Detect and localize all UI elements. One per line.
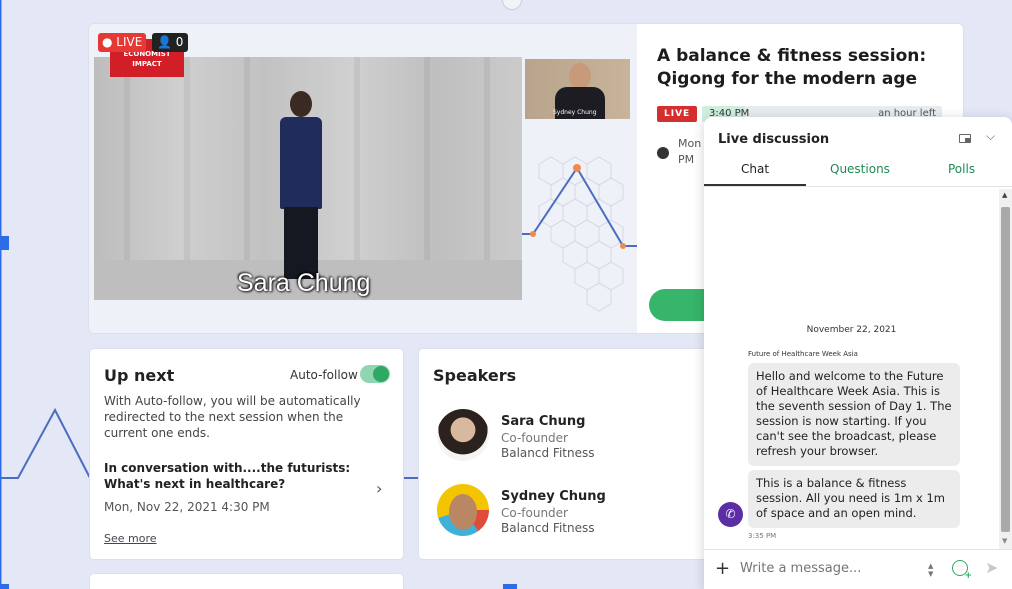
speakers-title: Speakers — [433, 366, 517, 385]
live-indicator: ● LIVE — [98, 33, 147, 52]
session-title: A balance & fitness session: Qigong for … — [657, 46, 927, 89]
popout-icon[interactable] — [959, 134, 971, 143]
see-more-link[interactable]: See more — [104, 532, 157, 545]
auto-follow-toggle[interactable] — [360, 365, 390, 383]
tab-polls[interactable]: Polls — [948, 162, 975, 176]
speaker-org: Balancd Fitness — [501, 446, 595, 460]
up-next-title: Up next — [104, 366, 175, 385]
session-live-tag: LIVE — [657, 106, 698, 122]
scroll-up-icon[interactable]: ▲ — [1002, 191, 1007, 199]
next-session-time: Mon, Nov 22, 2021 4:30 PM — [104, 500, 270, 514]
avatar — [437, 409, 489, 461]
speaker-role: Co-founder — [501, 431, 568, 445]
message-composer: + ▲▼ ➤ — [704, 549, 1012, 589]
message-input[interactable] — [740, 561, 910, 576]
scroll-down-icon[interactable]: ▼ — [1002, 537, 1007, 545]
emoji-icon[interactable] — [952, 560, 972, 581]
pip-name-label: Sydney Chung — [553, 109, 597, 116]
bottom-left-handle[interactable] — [0, 584, 9, 589]
up-next-description: With Auto-follow, you will be automatica… — [104, 394, 361, 440]
bottom-mid-handle[interactable] — [503, 584, 517, 589]
speaker-role: Co-founder — [501, 506, 568, 520]
chat-panel-title: Live discussion — [718, 132, 830, 147]
send-icon[interactable]: ➤ — [985, 558, 998, 577]
clock-icon — [657, 147, 669, 159]
video-player[interactable]: Sara Chung — [94, 57, 522, 300]
message-sender: Future of Healthcare Week Asia — [748, 350, 858, 358]
additional-card — [89, 573, 404, 589]
tab-questions[interactable]: Questions — [830, 162, 890, 176]
left-resize-handle[interactable] — [0, 236, 9, 250]
speaker-name: Sydney Chung — [501, 489, 606, 504]
up-next-card: Up next Auto-follow With Auto-follow, yo… — [89, 348, 404, 560]
avatar — [437, 484, 489, 536]
presenter-figure — [290, 91, 312, 117]
speaker-item[interactable]: Sara Chung Co-founder Balancd Fitness — [437, 409, 707, 471]
live-discussion-panel: Live discussion ⌵ Chat Questions Polls ▲… — [704, 117, 1012, 589]
chat-date-divider: November 22, 2021 — [806, 325, 897, 335]
tab-chat[interactable]: Chat — [741, 162, 769, 176]
chat-scrollbar[interactable]: ▲ ▼ — [999, 189, 1012, 549]
collapse-handle[interactable] — [502, 0, 522, 10]
scroll-thumb[interactable] — [1001, 207, 1010, 532]
viewer-count-value: 0 — [175, 35, 184, 49]
video-caption: Sara Chung — [237, 269, 371, 297]
chat-message: Hello and welcome to the Future of Healt… — [748, 363, 960, 466]
plus-icon[interactable]: + — [715, 558, 730, 579]
chevron-right-icon[interactable]: › — [376, 479, 382, 498]
live-label: LIVE — [116, 35, 143, 49]
viewer-count: 👤 0 — [152, 33, 189, 52]
avatar: ✆ — [718, 502, 743, 527]
picture-in-picture-video[interactable]: Sydney Chung — [525, 59, 630, 119]
speaker-item[interactable]: Sydney Chung Co-founder Balancd Fitness — [437, 484, 707, 546]
stepper-icon[interactable]: ▲ ▼ — [928, 562, 933, 578]
speaker-name: Sara Chung — [501, 414, 586, 429]
chevron-down-icon[interactable]: ⌵ — [986, 129, 995, 144]
speakers-card: Speakers Sara Chung Co-founder Balancd F… — [418, 348, 718, 560]
person-icon: 👤 — [157, 35, 172, 49]
chat-message: This is a balance & fitness session. All… — [748, 470, 960, 528]
message-time: 3:35 PM — [748, 532, 777, 540]
auto-follow-label: Auto-follow — [290, 368, 358, 382]
next-session-title[interactable]: In conversation with....the futurists: W… — [104, 460, 359, 492]
speaker-org: Balancd Fitness — [501, 521, 595, 535]
